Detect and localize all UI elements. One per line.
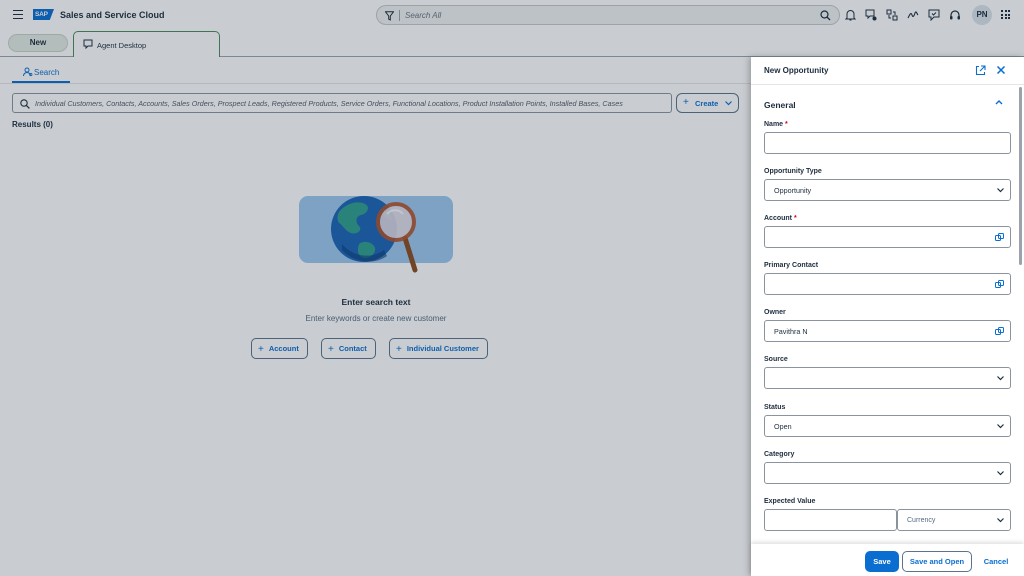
expected-value-label: Expected Value [764, 498, 816, 505]
source-label: Source [764, 356, 788, 363]
save-button[interactable]: Save [865, 551, 899, 572]
close-icon[interactable] [996, 65, 1006, 75]
owner-label: Owner [764, 309, 786, 316]
panel-footer: Save Save and Open Cancel [751, 544, 1024, 576]
opportunity-type-label: Opportunity Type [764, 168, 822, 175]
primary-contact-input[interactable] [764, 273, 1011, 295]
account-input[interactable] [764, 226, 1011, 248]
opportunity-type-select[interactable]: Opportunity [764, 179, 1011, 201]
chevron-down-icon [997, 518, 1004, 523]
account-label: Account * [764, 215, 797, 222]
owner-input[interactable]: Pavithra N [764, 320, 1011, 342]
source-select[interactable] [764, 367, 1011, 389]
section-title-general: General [764, 100, 796, 110]
panel-form: General Name * Opportunity Type Opportun… [751, 86, 1024, 544]
chevron-down-icon [997, 471, 1004, 476]
value-help-icon[interactable] [995, 280, 1004, 289]
required-marker: * [785, 121, 788, 128]
open-external-icon[interactable] [975, 65, 986, 76]
chevron-up-icon[interactable] [995, 99, 1003, 105]
status-label: Status [764, 404, 786, 411]
primary-contact-label: Primary Contact [764, 262, 819, 269]
owner-value: Pavithra N [774, 327, 808, 336]
status-select[interactable]: Open [764, 415, 1011, 437]
name-label: Name * [764, 121, 788, 128]
name-input[interactable] [764, 132, 1011, 154]
chevron-down-icon [997, 424, 1004, 429]
new-opportunity-panel: New Opportunity General Name * Opportuni… [751, 57, 1024, 576]
chevron-down-icon [997, 376, 1004, 381]
value-help-icon[interactable] [995, 327, 1004, 336]
panel-scrollbar[interactable] [1019, 87, 1022, 265]
chevron-down-icon [997, 188, 1004, 193]
opportunity-type-value: Opportunity [774, 186, 812, 195]
cancel-button[interactable]: Cancel [976, 551, 1016, 572]
currency-placeholder: Currency [907, 517, 936, 524]
expected-value-input[interactable] [764, 509, 897, 531]
status-value: Open [774, 422, 792, 431]
currency-select[interactable]: Currency [897, 509, 1011, 531]
save-and-open-button[interactable]: Save and Open [902, 551, 972, 572]
panel-title: New Opportunity [764, 66, 829, 75]
panel-header: New Opportunity [751, 57, 1024, 85]
category-select[interactable] [764, 462, 1011, 484]
required-marker: * [793, 215, 797, 222]
category-label: Category [764, 451, 795, 458]
value-help-icon[interactable] [995, 233, 1004, 242]
